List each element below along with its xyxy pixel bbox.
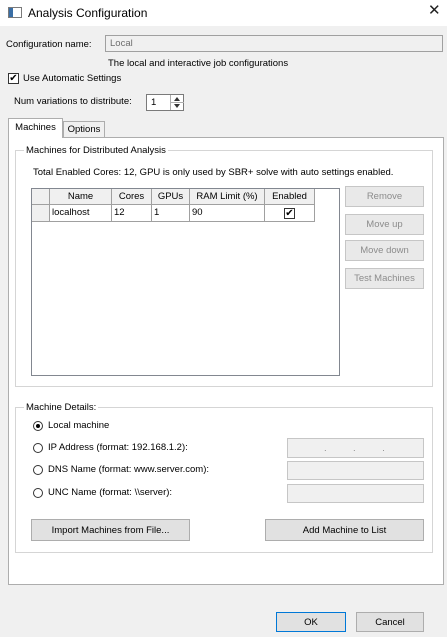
column-header-name[interactable]: Name [50,189,112,205]
radio-local-machine[interactable] [33,421,43,431]
radio-ip-address[interactable] [33,443,43,453]
spinner-buttons[interactable] [170,95,184,110]
grid-corner [32,189,50,205]
move-down-button[interactable]: Move down [345,240,424,261]
tab-machines-label: Machines [15,122,56,133]
radio-unc-name[interactable] [33,488,43,498]
tab-options-label: Options [67,124,101,135]
column-header-gpus[interactable]: GPUs [152,189,190,205]
unc-name-label: UNC Name (format: \\server): [48,487,173,498]
radio-dns-name[interactable] [33,465,43,475]
window-title: Analysis Configuration [28,6,148,20]
ip-address-field[interactable]: . . . [287,438,424,458]
spinner-divider [171,102,184,103]
import-machines-button[interactable]: Import Machines from File... [31,519,190,541]
dns-name-field[interactable] [287,461,424,480]
tab-options[interactable]: Options [63,121,105,137]
config-name-field[interactable]: Local [105,35,443,52]
local-machine-label: Local machine [48,420,110,431]
test-machines-button[interactable]: Test Machines [345,268,424,289]
variations-spinner[interactable]: 1 [146,94,184,111]
config-name-value: Local [110,38,133,49]
cell-cores[interactable]: 12 [112,205,152,222]
ip-separators: . . . [324,443,385,454]
row-header[interactable] [32,205,50,222]
spin-up-icon[interactable] [174,97,180,101]
machines-info-text: Total Enabled Cores: 12, GPU is only use… [33,167,394,178]
window-icon [8,7,22,18]
config-description: The local and interactive job configurat… [108,58,289,69]
column-header-ram[interactable]: RAM Limit (%) [190,189,265,205]
spin-down-icon[interactable] [174,104,180,108]
auto-settings-checkbox[interactable]: ✔ [8,73,19,84]
remove-button[interactable]: Remove [345,186,424,207]
variations-label: Num variations to distribute: [14,96,132,107]
ip-address-label: IP Address (format: 192.168.1.2): [48,442,188,453]
cell-enabled[interactable]: ✔ [265,205,315,222]
machines-group-title: Machines for Distributed Analysis [24,145,168,156]
column-header-enabled[interactable]: Enabled [265,189,315,205]
tab-machines[interactable]: Machines [8,118,63,138]
variations-value: 1 [151,97,157,108]
add-machine-button[interactable]: Add Machine to List [265,519,424,541]
cancel-button[interactable]: Cancel [356,612,424,632]
cell-name[interactable]: localhost [50,205,112,222]
move-up-button[interactable]: Move up [345,214,424,235]
enabled-checkbox[interactable]: ✔ [284,208,295,219]
ok-button[interactable]: OK [276,612,346,632]
auto-settings-label: Use Automatic Settings [23,73,122,84]
config-name-label: Configuration name: [6,39,92,50]
unc-name-field[interactable] [287,484,424,503]
cell-gpus[interactable]: 1 [152,205,190,222]
dns-name-label: DNS Name (format: www.server.com): [48,464,209,475]
close-icon[interactable]: ✕ [428,3,441,19]
cell-ram[interactable]: 90 [190,205,265,222]
machine-details-title: Machine Details: [24,402,99,413]
machines-grid[interactable]: Name Cores GPUs RAM Limit (%) Enabled lo… [31,188,340,376]
column-header-cores[interactable]: Cores [112,189,152,205]
